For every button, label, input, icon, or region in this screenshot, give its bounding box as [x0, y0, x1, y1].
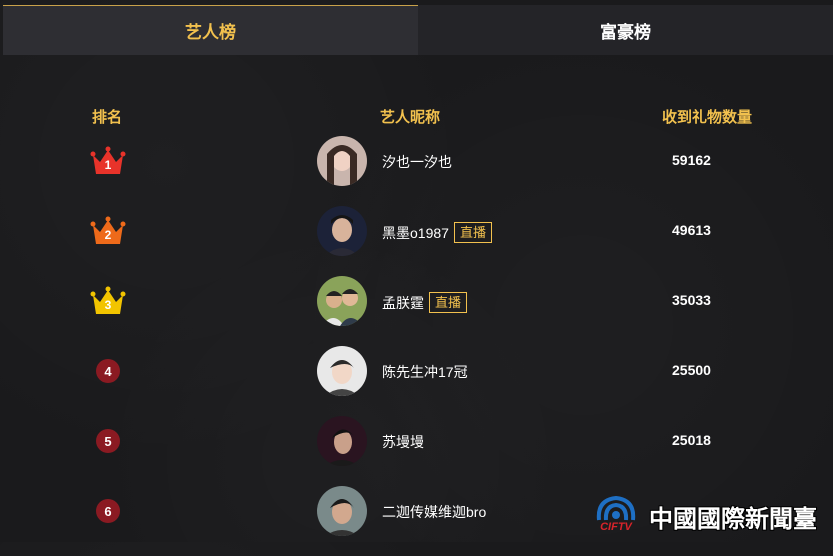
- rank-number: 3: [104, 298, 112, 312]
- avatar[interactable]: [317, 416, 367, 466]
- avatar[interactable]: [317, 486, 367, 536]
- nickname[interactable]: 黑墨o1987 直播: [382, 222, 492, 243]
- gift-count: 59162: [672, 152, 711, 168]
- crown-icon: 2: [90, 215, 126, 247]
- rank-cell: 5: [88, 416, 128, 466]
- gift-count: 25018: [672, 432, 711, 448]
- gift-count: 25500: [672, 362, 711, 378]
- tab-rich-ranking[interactable]: 富豪榜: [418, 5, 833, 55]
- table-row: 4 陈先生冲17冠 25500: [0, 346, 833, 416]
- nickname-text: 汐也一汐也: [382, 154, 452, 170]
- nickname[interactable]: 二迦传媒维迦bro: [382, 502, 486, 522]
- rank-header: 排名: [92, 109, 123, 126]
- rank-number: 1: [104, 158, 112, 172]
- cif-logo-icon: CIFTV: [587, 494, 645, 538]
- crown-icon: 3: [90, 285, 126, 317]
- rank-cell: 1: [88, 136, 128, 186]
- crown-icon: 1: [90, 145, 126, 177]
- gifts-header: 收到礼物数量: [662, 109, 753, 126]
- avatar[interactable]: [317, 206, 367, 256]
- nickname-text: 陈先生冲17冠: [382, 364, 468, 380]
- nickname-text: 黑墨o1987: [382, 224, 449, 241]
- watermark-text: 中國國際新聞臺: [649, 505, 817, 533]
- watermark-logo-text: CIFTV: [600, 521, 632, 533]
- nickname-text: 苏墁墁: [382, 434, 424, 450]
- rank-number: 4: [96, 359, 120, 383]
- table-header: 排名 艺人昵称 收到礼物数量: [0, 106, 833, 128]
- nickname[interactable]: 孟朕霆 直播: [382, 292, 468, 313]
- gift-count: 49613: [672, 222, 711, 238]
- avatar[interactable]: [317, 136, 367, 186]
- avatar[interactable]: [317, 346, 367, 396]
- table-row: 3 孟朕霆 直播 35033: [0, 276, 833, 346]
- tab-artist-ranking[interactable]: 艺人榜: [3, 5, 418, 55]
- rank-cell: 4: [88, 346, 128, 396]
- nickname-text: 二迦传媒维迦bro: [382, 504, 487, 520]
- table-row: 5 苏墁墁 25018: [0, 416, 833, 486]
- rank-number: 6: [96, 499, 120, 523]
- rank-number: 5: [96, 429, 120, 453]
- nickname-text: 孟朕霆: [382, 294, 424, 311]
- nickname[interactable]: 苏墁墁: [382, 432, 424, 452]
- watermark: CIFTV 中國國際新聞臺: [587, 492, 833, 540]
- nickname[interactable]: 汐也一汐也: [382, 152, 452, 172]
- table-row: 2 黑墨o1987 直播 49613: [0, 206, 833, 276]
- tab-bar: 艺人榜 富豪榜: [3, 5, 833, 55]
- rank-cell: 2: [88, 206, 128, 256]
- avatar[interactable]: [317, 276, 367, 326]
- rank-cell: 6: [88, 486, 128, 536]
- gift-count: 35033: [672, 292, 711, 308]
- live-badge[interactable]: 直播: [453, 222, 492, 243]
- nickname-header: 艺人昵称: [380, 109, 441, 126]
- rank-cell: 3: [88, 276, 128, 326]
- table-row: 1 汐也一汐也 59162: [0, 136, 833, 206]
- rank-number: 2: [104, 228, 112, 242]
- live-badge[interactable]: 直播: [429, 292, 468, 313]
- nickname[interactable]: 陈先生冲17冠: [382, 362, 468, 382]
